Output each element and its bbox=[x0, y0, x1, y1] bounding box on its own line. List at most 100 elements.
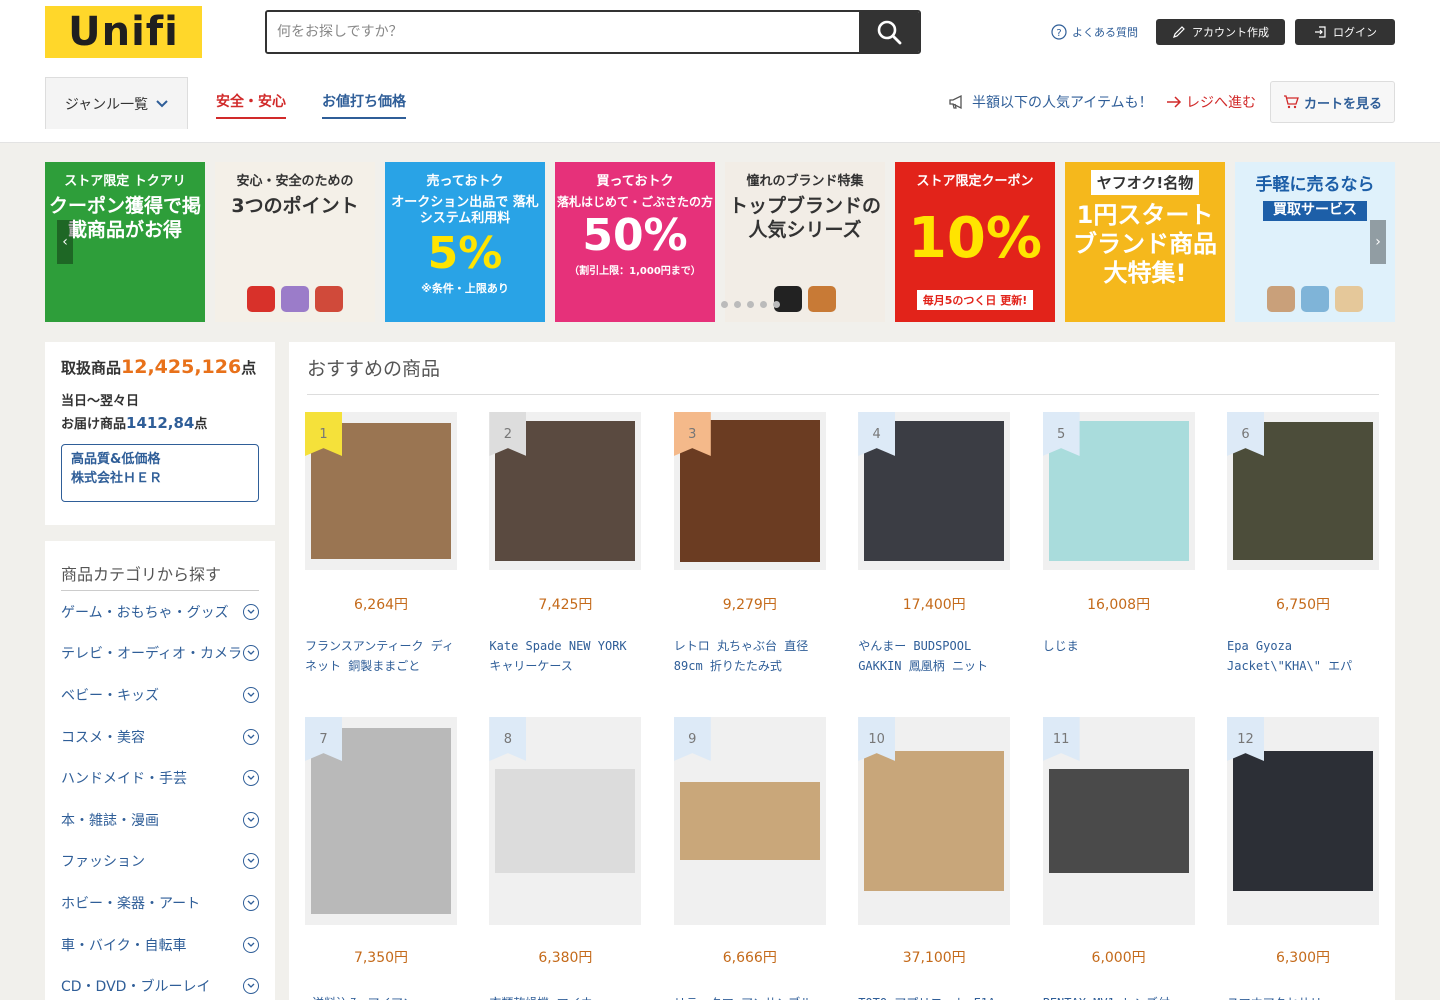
tab-safe[interactable]: 安全・安心 bbox=[216, 91, 286, 119]
banner-2[interactable]: 売っておトク オークション出品で 落札システム利用料 5% ※条件・上限あり bbox=[385, 162, 545, 322]
category-item[interactable]: 本・雑誌・漫画 bbox=[61, 799, 259, 841]
product-image-frame: 9 bbox=[673, 717, 826, 925]
product-image[interactable] bbox=[495, 769, 636, 873]
banner-big-text: 50% bbox=[582, 210, 688, 261]
banner-headline: トップブランドの人気シリーズ bbox=[728, 195, 881, 241]
megaphone-icon bbox=[949, 94, 962, 110]
product-image-frame: 12 bbox=[1227, 717, 1379, 925]
promo-link[interactable]: 半額以下の人気アイテムも！ bbox=[948, 92, 1153, 112]
chevron-down-icon bbox=[243, 686, 259, 703]
category-item[interactable]: ベビー・キッズ bbox=[61, 674, 259, 716]
product-name[interactable]: レトロ 丸ちゃぶ台 直径89cm 折りたたみ式 bbox=[674, 636, 826, 676]
site-logo[interactable]: Unifi bbox=[45, 6, 202, 58]
banner-title: 憧れのブランド特集 bbox=[746, 174, 864, 189]
category-item[interactable]: CD・DVD・ブルーレイ bbox=[61, 965, 259, 1000]
rank-badge: 8 bbox=[489, 717, 527, 761]
category-item[interactable]: テレビ・オーディオ・カメラ bbox=[61, 633, 259, 675]
product-name[interactable]: やんまー BUDSPOOL GAKKIN 鳳凰柄 ニット bbox=[858, 636, 1010, 676]
product-image[interactable] bbox=[1048, 769, 1189, 873]
category-label: ホビー・楽器・アート bbox=[61, 895, 201, 912]
item-count: 取扱商品12,425,126点 bbox=[61, 356, 259, 378]
chevron-down-icon bbox=[243, 894, 259, 911]
product-name[interactable]: フランスアンティーク ディネット 銅製ままごと bbox=[305, 636, 457, 676]
carousel-dot[interactable] bbox=[760, 301, 767, 308]
product-name[interactable]: ☆送料込み☆アイアン bbox=[305, 993, 457, 1000]
category-title: 商品カテゴリから探す bbox=[61, 561, 259, 591]
category-item[interactable]: ゲーム・おもちゃ・グッズ bbox=[61, 591, 259, 633]
rank-badge: 9 bbox=[673, 717, 711, 761]
pencil-icon bbox=[1173, 26, 1185, 38]
product-name[interactable]: 衣類乾燥機 マイウェ bbox=[489, 993, 641, 1000]
product-image-frame: 5 bbox=[1042, 412, 1195, 570]
category-item[interactable]: コスメ・美容 bbox=[61, 716, 259, 758]
carousel-dot[interactable] bbox=[773, 301, 780, 308]
product-name[interactable]: Kate Spade NEW YORK キャリーケース bbox=[489, 636, 641, 676]
product-image[interactable] bbox=[679, 782, 820, 860]
banner-headline: オークション出品で 落札システム利用料 bbox=[391, 195, 539, 227]
faq-label: よくある質問 bbox=[1072, 26, 1138, 39]
svg-text:?: ? bbox=[1056, 28, 1061, 39]
product-name[interactable]: スマホアクセサリー bbox=[1227, 993, 1379, 1000]
banner-big-text: 5% bbox=[427, 227, 503, 279]
chevron-left-icon: ‹ bbox=[62, 234, 68, 250]
product-image-frame: 11 bbox=[1042, 717, 1195, 925]
banner-4[interactable]: 憧れのブランド特集 トップブランドの人気シリーズ bbox=[725, 162, 885, 322]
search-button[interactable] bbox=[859, 12, 919, 52]
search-input[interactable] bbox=[267, 12, 859, 52]
product-price: 7,425円 bbox=[538, 597, 593, 613]
product-price: 7,350円 bbox=[353, 950, 409, 966]
product-name[interactable]: TOTO アプリコット F1A bbox=[858, 993, 1010, 1000]
shop-line1: 高品質&低価格 bbox=[71, 452, 161, 467]
tab-deal[interactable]: お値打ち価格 bbox=[322, 91, 406, 119]
product-name[interactable]: リラックマ アンサンブル bbox=[674, 993, 826, 1000]
product-name[interactable]: PENTAX MV1 レンズ付 bbox=[1043, 993, 1195, 1000]
product-price: 17,400円 bbox=[902, 597, 966, 613]
product-image-frame: 3 bbox=[673, 412, 826, 570]
chevron-down-icon bbox=[243, 645, 259, 662]
delivery-line1: 当日〜翌々日 bbox=[61, 394, 140, 409]
recommended-section: おすすめの商品 1 6,264円 フランスアンティーク ディネット 銅製ままごと 2 7… bbox=[289, 342, 1395, 1000]
checkout-link[interactable]: レジへ進む bbox=[1166, 92, 1256, 112]
carousel-next-button[interactable]: › bbox=[1370, 220, 1386, 264]
category-item[interactable]: ハンドメイド・手芸 bbox=[61, 757, 259, 799]
product-price: 6,300円 bbox=[1275, 950, 1331, 966]
product-name[interactable]: しじま bbox=[1043, 636, 1195, 676]
carousel-dot[interactable] bbox=[747, 301, 754, 308]
carousel-dot[interactable] bbox=[734, 301, 741, 308]
chevron-right-icon: › bbox=[1375, 234, 1381, 250]
faq-link[interactable]: ? よくある質問 bbox=[1051, 24, 1138, 40]
product-price: 9,279円 bbox=[722, 597, 777, 613]
shop-line2: 株式会社ＨＥＲ bbox=[71, 470, 163, 486]
item-count-value: 12,425,126 bbox=[121, 356, 242, 378]
category-label: 車・バイク・自転車 bbox=[61, 937, 187, 954]
banner-title: 安心・安全のための bbox=[236, 174, 354, 189]
banner-6[interactable]: ヤフオク!名物 1円スタート ブランド商品 大特集! bbox=[1065, 162, 1225, 322]
carousel-prev-button[interactable]: ‹ bbox=[57, 220, 73, 264]
product-price: 6,264円 bbox=[353, 597, 409, 613]
category-item[interactable]: 車・バイク・自転車 bbox=[61, 924, 259, 966]
category-label: ハンドメイド・手芸 bbox=[61, 771, 187, 788]
product-image[interactable] bbox=[1233, 751, 1373, 891]
cart-button[interactable]: カートを見る bbox=[1270, 81, 1395, 123]
chevron-down-icon bbox=[243, 770, 259, 787]
product-image-frame: 4 bbox=[858, 412, 1011, 570]
create-account-button[interactable]: アカウント作成 bbox=[1156, 19, 1285, 45]
genre-dropdown[interactable]: ジャンル一覧 bbox=[45, 77, 188, 129]
login-icon bbox=[1315, 26, 1326, 38]
category-item[interactable]: ファッション bbox=[61, 841, 259, 883]
banner-3[interactable]: 買っておトク 落札はじめて・ごぶさたの方 50% （割引上限：1,000円まで） bbox=[555, 162, 715, 322]
carousel-dot[interactable] bbox=[721, 301, 728, 308]
banner-headline: 買取サービス bbox=[1263, 201, 1367, 221]
carousel-dots bbox=[721, 301, 780, 308]
product-image[interactable] bbox=[864, 751, 1005, 891]
login-button[interactable]: ログイン bbox=[1295, 19, 1395, 45]
banner-5[interactable]: ストア限定クーポン 10% 毎月5のつく日 更新! bbox=[895, 162, 1055, 322]
category-item[interactable]: ホビー・楽器・アート bbox=[61, 882, 259, 924]
product-name[interactable]: Epa Gyoza Jacket\"KHA\" エパ bbox=[1227, 636, 1379, 676]
banner-1[interactable]: 安心・安全のための 3つのポイント bbox=[215, 162, 375, 322]
promo-label: 半額以下の人気アイテムも！ bbox=[972, 95, 1153, 111]
banner-headline: 落札はじめて・ごぶさたの方 bbox=[556, 195, 713, 209]
chevron-down-icon bbox=[243, 853, 259, 870]
section-divider bbox=[307, 394, 1379, 395]
shop-link[interactable]: 高品質&低価格 株式会社ＨＥＲ bbox=[61, 444, 259, 502]
